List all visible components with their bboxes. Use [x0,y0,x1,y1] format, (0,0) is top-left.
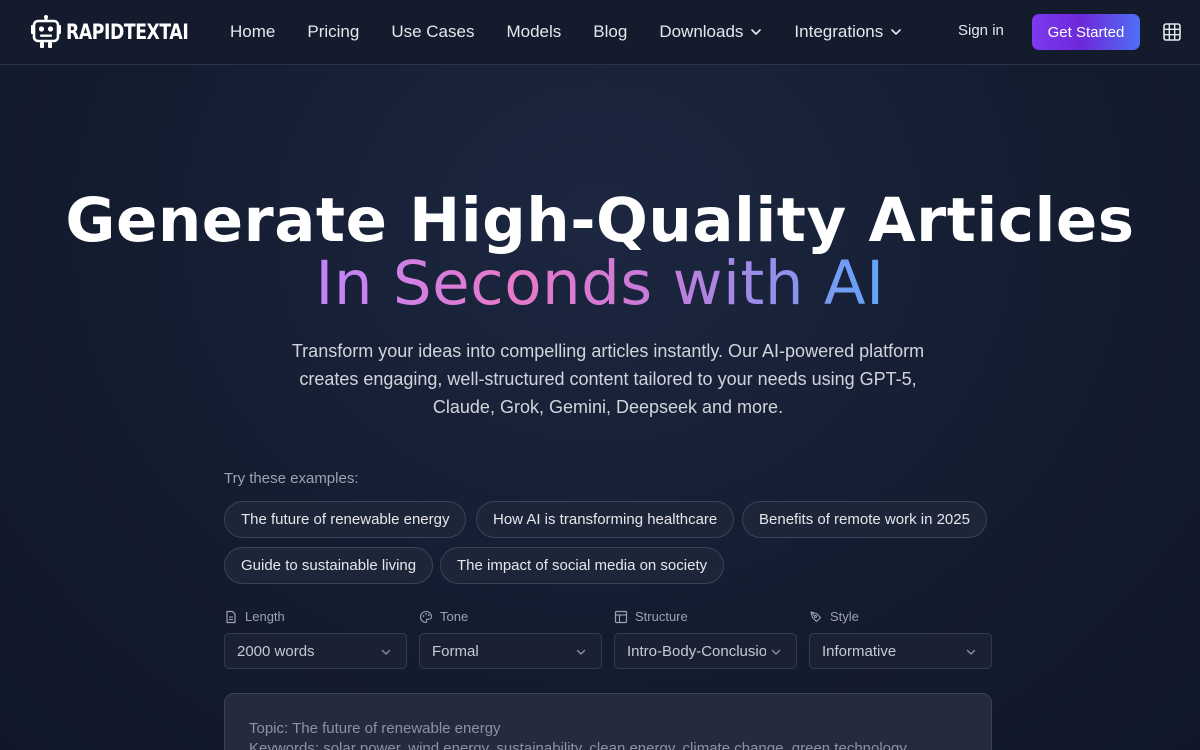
chevron-down-icon [576,649,586,655]
structure-value: Intro-Body-Conclusion [627,642,766,660]
length-value: 2000 words [237,642,315,660]
sign-in-link[interactable]: Sign in [958,22,1004,39]
prompt-textarea[interactable]: Topic: The future of renewable energy Ke… [224,693,992,750]
chevron-down-icon [381,649,391,655]
chevron-down-icon [966,649,976,655]
palette-icon [420,610,433,623]
chevron-down-icon [891,29,902,35]
nav-home[interactable]: Home [230,22,275,42]
structure-select[interactable]: Intro-Body-Conclusion [614,633,797,669]
hero-title-gradient-text: In Seconds with AI [315,248,885,319]
document-icon [226,610,236,623]
length-label: Length [224,609,285,624]
examples-label: Try these examples: [224,470,359,487]
structure-label: Structure [614,609,688,624]
hero-title: Generate High-Quality Articles [65,185,1135,256]
nav-blog[interactable]: Blog [593,22,627,42]
nav-links: Home Pricing Use Cases Models Blog Downl… [230,20,934,44]
grid-icon[interactable] [1162,22,1182,42]
style-select[interactable]: Informative [809,633,992,669]
example-chip[interactable]: How AI is transforming healthcare [476,501,735,538]
structure-label-text: Structure [635,609,688,624]
example-chip[interactable]: The impact of social media on society [440,547,725,584]
nav-integrations[interactable]: Integrations [794,22,902,42]
get-started-button[interactable]: Get Started [1032,14,1140,50]
brand-logo[interactable]: RAPIDTEXTAI [30,15,215,49]
style-label-text: Style [830,609,859,624]
nav-pricing[interactable]: Pricing [307,22,359,42]
top-navbar: RAPIDTEXTAI Home Pricing Use Cases Model… [0,0,1200,65]
pen-tool-icon [810,610,822,622]
hero-title-gradient: In Seconds with AI [0,253,1200,315]
length-label-text: Length [245,609,285,624]
length-select[interactable]: 2000 words [224,633,407,669]
hero-subtitle: Transform your ideas into compelling art… [291,341,925,417]
chevron-down-icon [771,649,781,655]
tone-select[interactable]: Formal [419,633,602,669]
tone-label-text: Tone [440,609,469,624]
tone-label: Tone [419,609,468,624]
nav-use-cases[interactable]: Use Cases [391,22,474,42]
layout-icon [614,610,628,623]
nav-downloads-label: Downloads [659,22,744,41]
example-chip[interactable]: Guide to sustainable living [224,547,434,584]
nav-models[interactable]: Models [506,22,561,42]
chevron-down-icon [751,29,762,35]
tone-value: Formal [432,642,479,660]
style-value: Informative [822,642,897,660]
example-chip[interactable]: Benefits of remote work in 2025 [742,501,987,538]
prompt-keywords-line: Keywords: solar power, wind energy, sust… [249,740,907,750]
prompt-topic-line: Topic: The future of renewable energy [249,720,501,737]
nav-downloads[interactable]: Downloads [659,22,762,42]
robot-icon [31,15,61,48]
brand-name: RAPIDTEXTAI [66,20,189,44]
nav-integrations-label: Integrations [794,22,884,41]
example-chip[interactable]: The future of renewable energy [224,501,467,538]
style-label: Style [809,609,859,624]
